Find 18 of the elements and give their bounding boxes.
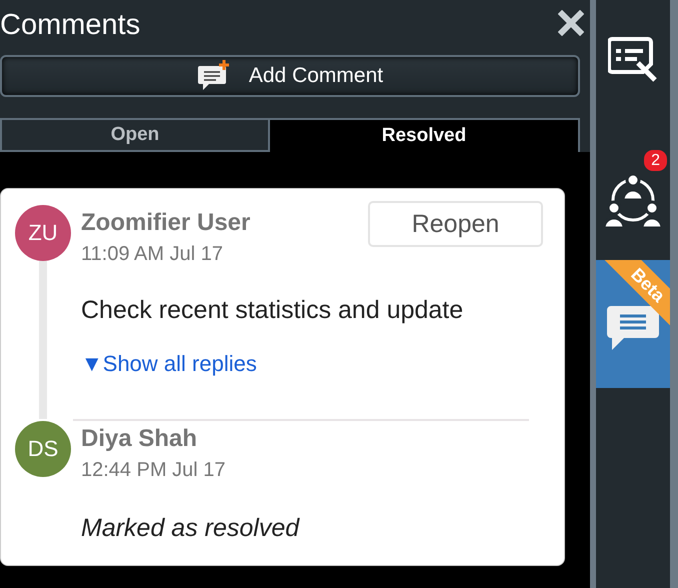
- author-name: Zoomifier User: [81, 209, 250, 237]
- add-comment-button[interactable]: Add Comment: [0, 55, 580, 97]
- reopen-button[interactable]: Reopen: [368, 201, 543, 247]
- author-name: Diya Shah: [81, 425, 198, 453]
- comment-text: Check recent statistics and update: [81, 296, 464, 325]
- show-replies-link[interactable]: ▼Show all replies: [81, 351, 257, 377]
- timestamp: 11:09 AM Jul 17: [81, 243, 224, 266]
- tab[interactable]: Resolved: [270, 118, 580, 152]
- avatar: DS: [15, 421, 71, 477]
- notification-badge: 2: [644, 150, 667, 171]
- tab[interactable]: Open: [0, 118, 270, 152]
- timestamp: 12:44 PM Jul 17: [81, 459, 227, 482]
- status-message: Marked as resolved: [81, 514, 301, 543]
- avatar: ZU: [15, 205, 71, 261]
- add-comment-icon: [196, 60, 231, 92]
- panel-title: Comments: [0, 8, 140, 42]
- close-icon[interactable]: [558, 10, 584, 36]
- rail-tab[interactable]: 2: [596, 130, 670, 260]
